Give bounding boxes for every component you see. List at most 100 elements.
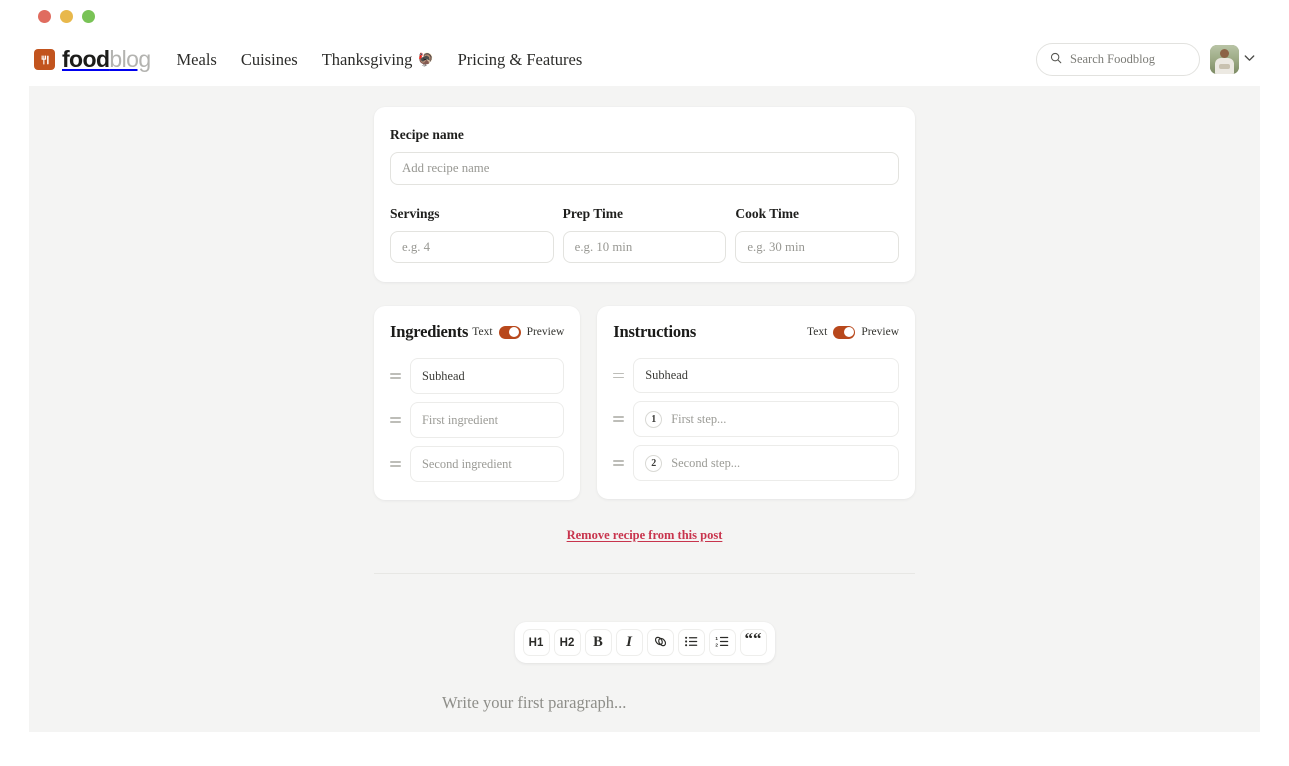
editor-first-paragraph-placeholder[interactable]: Write your first paragraph...: [374, 693, 915, 713]
drag-handle-icon[interactable]: [390, 373, 401, 379]
drag-handle-icon[interactable]: [390, 417, 401, 423]
numbered-list-button[interactable]: 1 2: [708, 629, 736, 656]
drag-handle-icon[interactable]: [613, 416, 625, 422]
ingredients-view-toggle[interactable]: [498, 325, 521, 339]
servings-label: Servings: [390, 206, 440, 221]
instructions-view-toggle[interactable]: [833, 325, 856, 339]
browser-viewport: food blog Meals Cuisines Thanksgiving 🦃 P…: [0, 33, 1289, 766]
instruction-2-input[interactable]: 2 Second step...: [633, 445, 899, 481]
remove-recipe-link[interactable]: Remove recipe from this post: [567, 528, 723, 542]
search-icon: [1050, 51, 1062, 69]
chevron-down-icon[interactable]: [1244, 54, 1255, 65]
ingredients-view-toggle-group[interactable]: Text Preview: [472, 325, 565, 339]
header-right-group: Search Foodblog: [1036, 43, 1255, 76]
prep-time-input[interactable]: [562, 231, 727, 263]
minimize-window-button[interactable]: [60, 10, 73, 23]
search-box[interactable]: Search Foodblog: [1036, 43, 1200, 76]
instruction-2-placeholder: Second step...: [671, 455, 741, 470]
instruction-row: Subhead: [613, 358, 899, 393]
instructions-card: Instructions Text Preview Subhead 1 Firs…: [597, 306, 915, 499]
servings-field-group: Servings: [390, 206, 554, 263]
window-chrome: [0, 0, 1289, 33]
instructions-toggle-preview-label: Preview: [861, 326, 899, 338]
nav-label-thanksgiving: Thanksgiving: [321, 49, 413, 69]
ingredient-2-placeholder: Second ingredient: [422, 456, 512, 471]
avatar[interactable]: [1210, 45, 1239, 74]
ingredient-row: Second ingredient: [390, 446, 565, 482]
svg-text:1: 1: [715, 635, 718, 640]
blockquote-button[interactable]: ““: [739, 629, 767, 656]
close-window-button[interactable]: [38, 10, 51, 23]
turkey-emoji-icon: 🦃: [417, 51, 434, 67]
step-number-badge: 1: [645, 410, 663, 428]
nav-item-pricing-features[interactable]: Pricing & Features: [458, 50, 583, 70]
drag-handle-icon[interactable]: [613, 460, 625, 466]
page-body: Recipe name Servings Prep Time Cook Time: [29, 86, 1260, 732]
step-number-badge: 2: [645, 454, 663, 472]
instruction-subhead-text: Subhead: [645, 368, 688, 382]
nav-label-cuisines: Cuisines: [240, 49, 298, 69]
bullet-list-icon: [684, 635, 699, 651]
nav-item-cuisines[interactable]: Cuisines: [241, 50, 298, 70]
search-placeholder-text: Search Foodblog: [1070, 52, 1156, 66]
italic-button[interactable]: I: [615, 629, 643, 656]
ingredient-2-input[interactable]: Second ingredient: [410, 446, 565, 482]
ingredient-1-input[interactable]: First ingredient: [410, 402, 565, 438]
ingredients-toggle-text-label: Text: [472, 326, 493, 338]
instruction-row: 2 Second step...: [613, 445, 899, 481]
drag-handle-icon[interactable]: [613, 372, 625, 379]
heading-2-button[interactable]: H2: [553, 629, 581, 656]
bullet-list-button[interactable]: [677, 629, 705, 656]
recipe-editor-column: Recipe name Servings Prep Time Cook Time: [374, 86, 915, 713]
prep-time-field-group: Prep Time: [562, 206, 727, 263]
instructions-header: Instructions Text Preview: [613, 322, 899, 342]
servings-input[interactable]: [390, 231, 554, 263]
nav-label-pricing: Pricing & Features: [457, 49, 583, 69]
brand-food-text: food: [62, 46, 110, 72]
instructions-view-toggle-group[interactable]: Text Preview: [807, 325, 899, 339]
brand-wordmark: food blog: [62, 46, 151, 73]
nav-item-thanksgiving[interactable]: Thanksgiving 🦃: [322, 50, 434, 70]
link-button[interactable]: [646, 629, 674, 656]
ingredients-title: Ingredients: [390, 322, 469, 341]
instruction-subhead-input[interactable]: Subhead: [633, 358, 899, 393]
maximize-window-button[interactable]: [82, 10, 95, 23]
nav-label-meals: Meals: [176, 49, 217, 69]
numbered-list-icon: 1 2: [715, 635, 730, 651]
fork-logo-icon: [34, 49, 55, 70]
cook-time-label: Cook Time: [735, 206, 799, 221]
toggle-knob: [843, 327, 854, 337]
instructions-title: Instructions: [613, 322, 697, 341]
recipe-meta-row: Servings Prep Time Cook Time: [390, 206, 900, 263]
ingredient-1-placeholder: First ingredient: [422, 412, 499, 427]
link-icon: [653, 634, 668, 652]
site-header: food blog Meals Cuisines Thanksgiving 🦃 P…: [0, 33, 1289, 86]
recipe-meta-card: Recipe name Servings Prep Time Cook Time: [374, 107, 915, 282]
recipe-name-input[interactable]: [390, 152, 899, 185]
instructions-rows: Subhead 1 First step... 2 Second step...: [613, 358, 899, 481]
ingredients-toggle-preview-label: Preview: [526, 326, 565, 338]
instruction-1-input[interactable]: 1 First step...: [633, 401, 899, 437]
instructions-toggle-text-label: Text: [807, 326, 828, 338]
remove-recipe-wrap: Remove recipe from this post: [374, 526, 915, 544]
recipe-lists-row: Ingredients Text Preview Subhead First i…: [374, 306, 915, 500]
editor-toolbar-wrap: H1 H2 B I 1 2 ““: [374, 622, 915, 663]
ingredients-card: Ingredients Text Preview Subhead First i…: [374, 306, 581, 500]
drag-handle-icon[interactable]: [390, 461, 401, 467]
bold-button[interactable]: B: [584, 629, 612, 656]
instruction-1-placeholder: First step...: [671, 411, 727, 426]
cook-time-input[interactable]: [735, 231, 900, 263]
ingredients-rows: Subhead First ingredient Second ingredie…: [390, 358, 565, 482]
brand-logo[interactable]: food blog: [34, 46, 151, 73]
heading-1-button[interactable]: H1: [522, 629, 550, 656]
ingredient-subhead-input[interactable]: Subhead: [410, 358, 565, 394]
section-divider: [374, 573, 915, 574]
recipe-name-label: Recipe name: [390, 127, 464, 142]
ingredient-row: Subhead: [390, 358, 565, 394]
account-menu[interactable]: [1210, 45, 1255, 74]
nav-item-meals[interactable]: Meals: [177, 50, 217, 70]
ingredient-row: First ingredient: [390, 402, 565, 438]
instruction-row: 1 First step...: [613, 401, 899, 437]
editor-toolbar: H1 H2 B I 1 2 ““: [514, 622, 775, 663]
brand-blog-text: blog: [109, 46, 151, 72]
